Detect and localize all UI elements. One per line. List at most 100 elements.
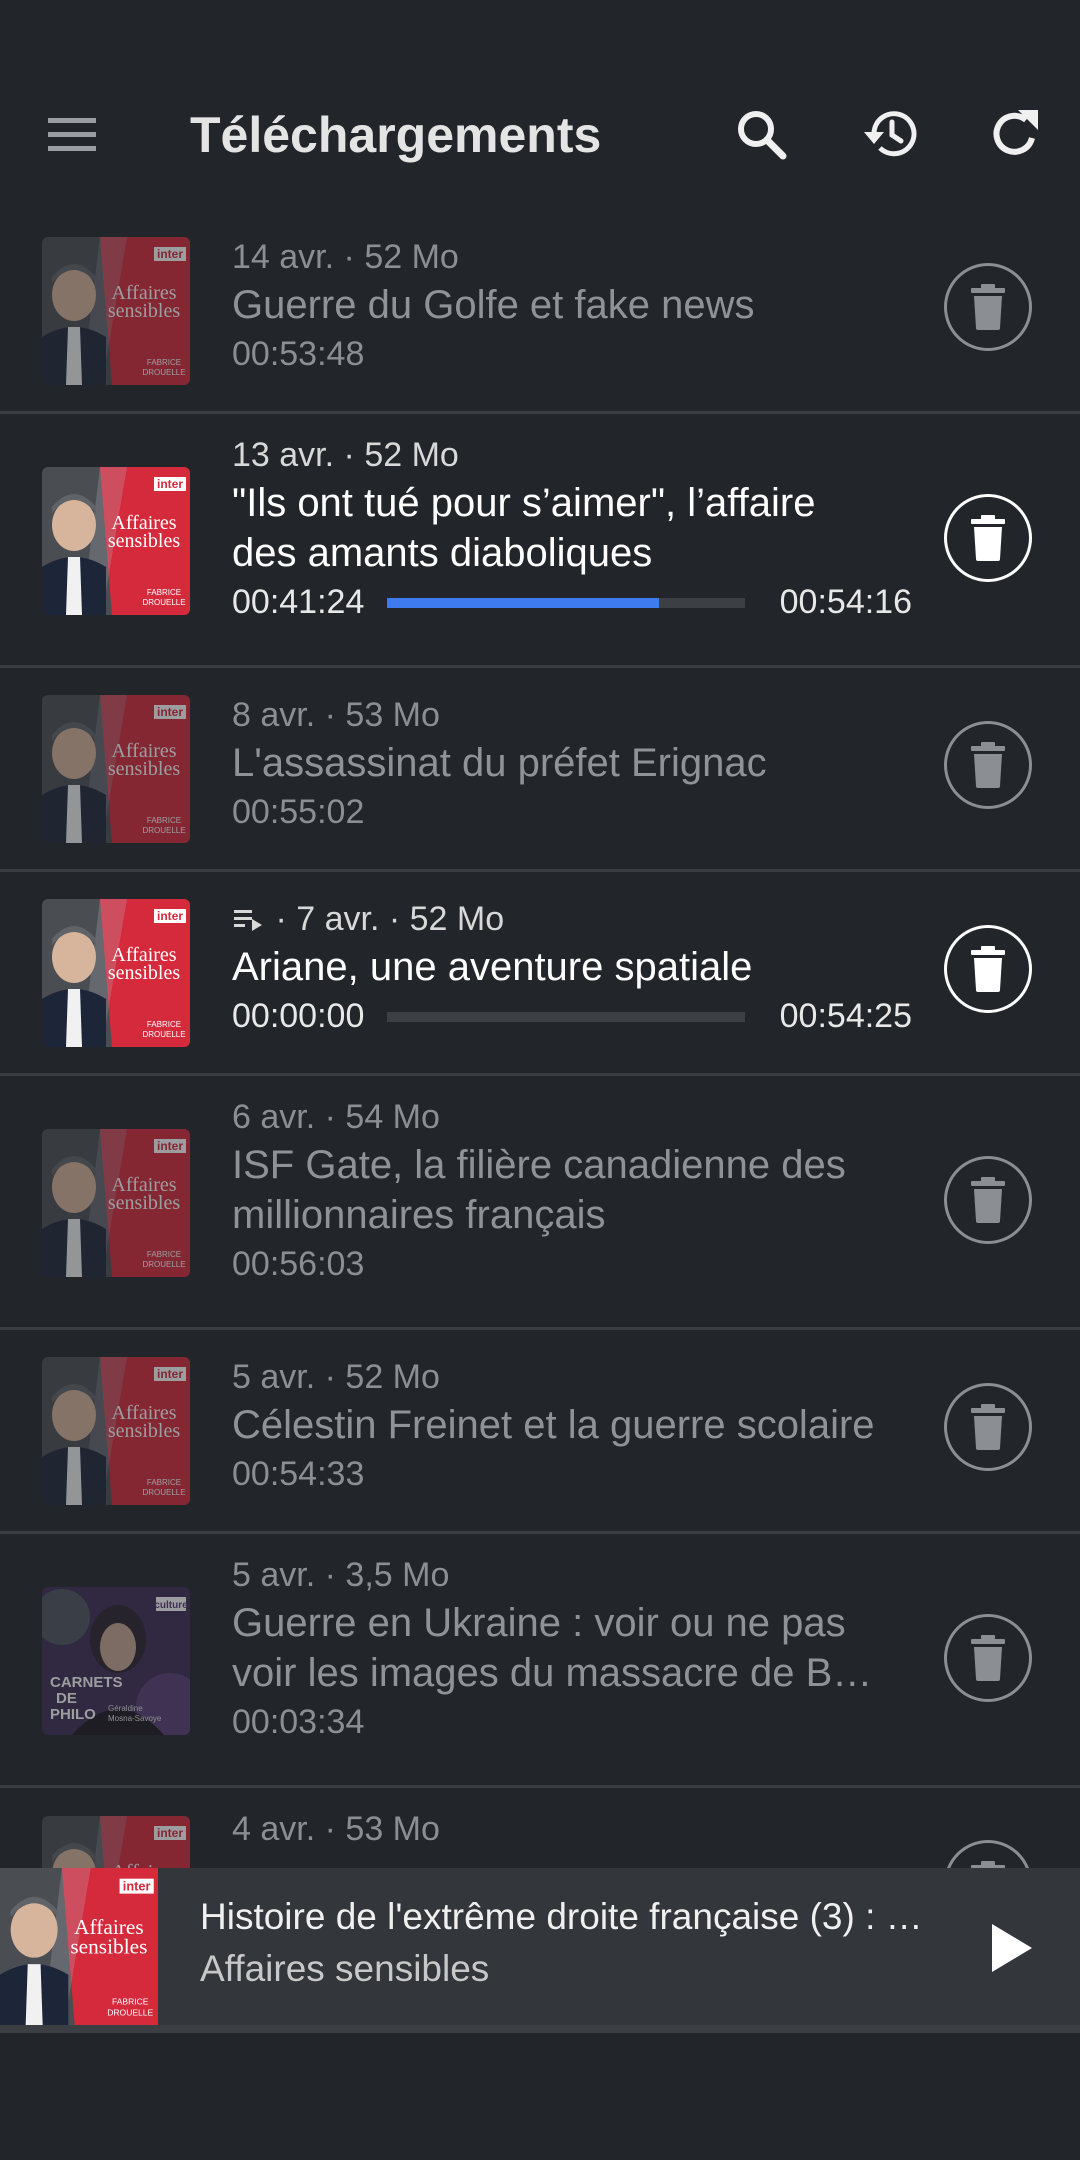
episode-title: Célestin Freinet et la guerre scolaire <box>232 1403 875 1447</box>
episode-size: 52 Mo <box>364 436 459 474</box>
episode-cover <box>42 1357 190 1505</box>
delete-button[interactable] <box>944 1156 1032 1244</box>
list-item[interactable]: 13 avr. · 52 Mo "Ils ont tué pour s’aime… <box>0 414 1080 668</box>
menu-icon[interactable] <box>42 110 102 160</box>
delete-button[interactable] <box>944 925 1032 1013</box>
episode-meta: 14 avr. · 52 Mo <box>232 234 912 280</box>
episode-title-line-2: voir les images du massacre de B… <box>232 1651 873 1695</box>
refresh-icon[interactable] <box>986 104 1046 164</box>
screen: Téléchargements 14 avr. · 52 Mo Guerre d… <box>0 0 1080 2160</box>
episode-meta: 4 avr. · 53 Mo <box>232 1806 912 1852</box>
episode-info: 5 avr. · 3,5 Mo Guerre en Ukraine : voir… <box>232 1552 912 1746</box>
play-icon[interactable] <box>980 1918 1040 1978</box>
list-item[interactable]: 6 avr. · 54 Mo ISF Gate, la filière cana… <box>0 1076 1080 1330</box>
separator: · <box>324 1098 336 1136</box>
elapsed-time: 00:41:24 <box>232 583 365 621</box>
progress-bar[interactable] <box>387 598 745 608</box>
trash-icon <box>967 515 1009 561</box>
episode-info: · 7 avr. · 52 Mo Ariane, une aventure sp… <box>232 896 912 1040</box>
episode-title: Ariane, une aventure spatiale <box>232 945 753 989</box>
player-progress-bar <box>0 2025 1080 2033</box>
episode-info: 4 avr. · 53 Mo <box>232 1806 912 1852</box>
episode-info: 6 avr. · 54 Mo ISF Gate, la filière cana… <box>232 1094 912 1288</box>
episode-meta: 13 avr. · 52 Mo <box>232 432 912 478</box>
episode-date: 5 avr. <box>232 1358 316 1396</box>
trash-icon <box>967 1635 1009 1681</box>
episode-title-line-1: Guerre en Ukraine : voir ou ne pas <box>232 1601 846 1645</box>
episode-meta: 5 avr. · 52 Mo <box>232 1354 912 1400</box>
search-icon[interactable] <box>731 104 791 164</box>
separator: · <box>324 696 336 734</box>
trash-icon <box>967 1404 1009 1450</box>
delete-button[interactable] <box>944 1614 1032 1702</box>
episode-size: 52 Mo <box>409 900 505 938</box>
page-title: Téléchargements <box>190 107 602 163</box>
episode-duration: 00:03:34 <box>232 1703 365 1741</box>
episode-date: 6 avr. <box>232 1098 316 1136</box>
player-subtitle: Affaires sensibles <box>200 1948 490 1989</box>
delete-button[interactable] <box>944 494 1032 582</box>
progress-fill <box>387 598 660 608</box>
list-item[interactable]: 5 avr. · 3,5 Mo Guerre en Ukraine : voir… <box>0 1534 1080 1788</box>
separator: · <box>275 900 287 938</box>
total-time: 00:54:25 <box>779 997 912 1035</box>
episode-cover <box>42 237 190 385</box>
player-cover <box>0 1868 158 2026</box>
episode-cover <box>42 695 190 843</box>
episode-cover <box>42 1129 190 1277</box>
elapsed-time: 00:00:00 <box>232 997 365 1035</box>
episode-date: 7 avr. <box>296 900 380 938</box>
trash-icon <box>967 946 1009 992</box>
episode-date: 13 avr. <box>232 436 335 474</box>
episode-info: 5 avr. · 52 Mo Célestin Freinet et la gu… <box>232 1354 912 1498</box>
episode-title: L'assassinat du préfet Erignac <box>232 741 767 785</box>
list-item[interactable]: 14 avr. · 52 Mo Guerre du Golfe et fake … <box>0 210 1080 414</box>
episode-info: 8 avr. · 53 Mo L'assassinat du préfet Er… <box>232 692 912 836</box>
separator: · <box>343 436 355 474</box>
episode-cover <box>42 467 190 615</box>
list-item[interactable]: 8 avr. · 53 Mo L'assassinat du préfet Er… <box>0 668 1080 872</box>
episode-size: 53 Mo <box>345 696 440 734</box>
trash-icon <box>967 1177 1009 1223</box>
episode-title-line-1: ISF Gate, la filière canadienne des <box>232 1143 846 1187</box>
episode-duration: 00:56:03 <box>232 1245 365 1283</box>
delete-button[interactable] <box>944 1383 1032 1471</box>
downloads-list: 14 avr. · 52 Mo Guerre du Golfe et fake … <box>0 210 1080 1988</box>
total-time: 00:54:16 <box>779 583 912 621</box>
episode-meta: · 7 avr. · 52 Mo <box>232 896 912 942</box>
episode-size: 52 Mo <box>364 238 459 276</box>
episode-meta: 5 avr. · 3,5 Mo <box>232 1552 912 1598</box>
app-bar: Téléchargements <box>0 0 1080 210</box>
episode-date: 14 avr. <box>232 238 335 276</box>
trash-icon <box>967 284 1009 330</box>
episode-date: 5 avr. <box>232 1556 316 1594</box>
history-icon[interactable] <box>860 104 920 164</box>
episode-size: 54 Mo <box>345 1098 440 1136</box>
list-item[interactable]: 5 avr. · 52 Mo Célestin Freinet et la gu… <box>0 1330 1080 1534</box>
episode-size: 52 Mo <box>345 1358 440 1396</box>
delete-button[interactable] <box>944 721 1032 809</box>
episode-duration: 00:55:02 <box>232 793 365 831</box>
delete-button[interactable] <box>944 263 1032 351</box>
separator: · <box>324 1556 336 1594</box>
list-item[interactable]: · 7 avr. · 52 Mo Ariane, une aventure sp… <box>0 872 1080 1076</box>
episode-cover <box>42 1587 190 1735</box>
playlist-play-icon <box>234 910 262 931</box>
episode-title-line-2: millionnaires français <box>232 1193 606 1237</box>
playback-progress: 00:41:24 00:54:16 <box>232 578 912 626</box>
playback-progress: 00:00:00 00:54:25 <box>232 992 912 1040</box>
episode-size: 3,5 Mo <box>345 1556 450 1594</box>
trash-icon <box>967 742 1009 788</box>
episode-date: 4 avr. <box>232 1810 316 1848</box>
episode-title: Guerre du Golfe et fake news <box>232 283 755 327</box>
episode-duration: 00:53:48 <box>232 335 365 373</box>
separator: · <box>388 900 401 938</box>
episode-meta: 8 avr. · 53 Mo <box>232 692 912 738</box>
episode-duration: 00:54:33 <box>232 1455 365 1493</box>
separator: · <box>324 1358 336 1396</box>
episode-info: 13 avr. · 52 Mo "Ils ont tué pour s’aime… <box>232 432 912 626</box>
episode-title-line-2: des amants diaboliques <box>232 531 653 575</box>
progress-bar[interactable] <box>387 1012 745 1022</box>
episode-meta: 6 avr. · 54 Mo <box>232 1094 912 1140</box>
mini-player[interactable]: Histoire de l'extrême droite française (… <box>0 1868 1080 2028</box>
